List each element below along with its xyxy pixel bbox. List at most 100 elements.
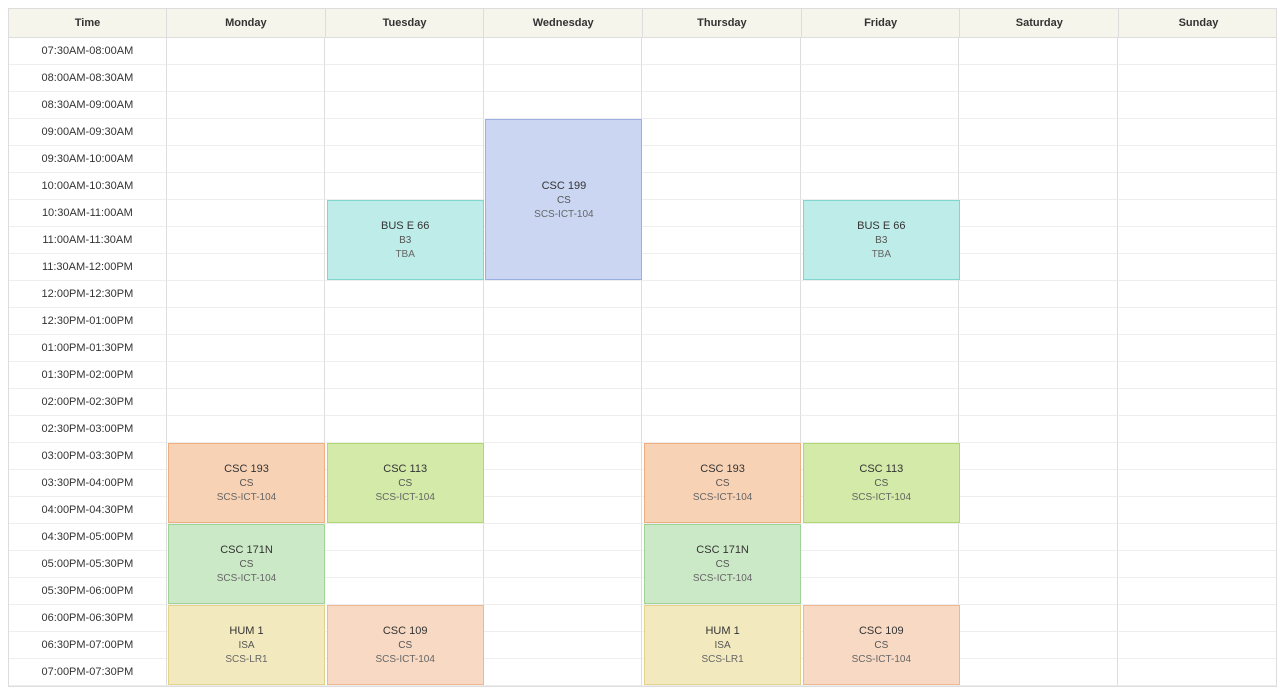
event-block[interactable]: CSC 113CSSCS-ICT-104 [803, 443, 960, 523]
grid-cell [325, 578, 483, 605]
grid-cell [1118, 605, 1276, 632]
event-room: SCS-ICT-104 [804, 492, 959, 503]
event-block[interactable]: CSC 113CSSCS-ICT-104 [327, 443, 484, 523]
grid-cell [1118, 200, 1276, 227]
grid-cell [1118, 578, 1276, 605]
time-label: 02:00PM-02:30PM [9, 389, 167, 416]
event-section: CS [328, 640, 483, 651]
grid-cell [325, 362, 483, 389]
grid-cell [642, 92, 800, 119]
event-block[interactable]: BUS E 66B3TBA [327, 200, 484, 280]
event-course: BUS E 66 [328, 220, 483, 232]
time-row: 11:00AM-11:30AM [9, 227, 1276, 254]
header-wednesday: Wednesday [484, 9, 643, 37]
event-block[interactable]: CSC 193CSSCS-ICT-104 [644, 443, 801, 523]
time-label: 10:30AM-11:00AM [9, 200, 167, 227]
event-block[interactable]: CSC 109CSSCS-ICT-104 [327, 605, 484, 685]
event-block[interactable]: CSC 171NCSSCS-ICT-104 [644, 524, 801, 604]
grid-cell [642, 308, 800, 335]
grid-cell [642, 173, 800, 200]
grid-cell [959, 38, 1117, 65]
grid-cell [801, 578, 959, 605]
event-block[interactable]: HUM 1ISASCS-LR1 [644, 605, 801, 685]
event-block[interactable]: HUM 1 ISA SCS-LR1 [168, 605, 325, 685]
time-row: 09:00AM-09:30AM [9, 119, 1276, 146]
time-label: 04:00PM-04:30PM [9, 497, 167, 524]
time-label: 08:00AM-08:30AM [9, 65, 167, 92]
event-room: SCS-ICT-104 [169, 573, 324, 584]
grid-cell [325, 92, 483, 119]
grid-cell [1118, 524, 1276, 551]
grid-cell [959, 578, 1117, 605]
grid-cell [1118, 443, 1276, 470]
header-monday: Monday [167, 9, 326, 37]
event-course: HUM 1 [169, 625, 324, 637]
event-room: SCS-LR1 [645, 654, 800, 665]
event-room: SCS-LR1 [169, 654, 324, 665]
grid-cell [325, 416, 483, 443]
time-label: 03:00PM-03:30PM [9, 443, 167, 470]
time-label: 05:00PM-05:30PM [9, 551, 167, 578]
event-course: CSC 199 [486, 180, 641, 192]
time-row: 07:30AM-08:00AM [9, 38, 1276, 65]
grid-cell [1118, 659, 1276, 686]
grid-cell [801, 92, 959, 119]
event-course: CSC 109 [328, 625, 483, 637]
grid-cell [167, 308, 325, 335]
grid-cell [484, 659, 642, 686]
time-row: 08:30AM-09:00AM [9, 92, 1276, 119]
grid-cell [484, 524, 642, 551]
time-row: 12:00PM-12:30PM [9, 281, 1276, 308]
grid-cell [642, 335, 800, 362]
grid-cell [801, 119, 959, 146]
grid-cell [959, 65, 1117, 92]
grid-cell [484, 443, 642, 470]
time-label: 07:00PM-07:30PM [9, 659, 167, 686]
event-section: CS [804, 478, 959, 489]
grid-cell [167, 281, 325, 308]
grid-cell [1118, 416, 1276, 443]
header-saturday: Saturday [960, 9, 1119, 37]
time-label: 07:30AM-08:00AM [9, 38, 167, 65]
grid-cell [642, 389, 800, 416]
grid-cell [801, 362, 959, 389]
grid-cell [325, 551, 483, 578]
time-row: 11:30AM-12:00PM [9, 254, 1276, 281]
grid-cell [484, 335, 642, 362]
grid-cell [959, 146, 1117, 173]
event-block[interactable]: CSC 193CSSCS-ICT-104 [168, 443, 325, 523]
grid-cell [484, 605, 642, 632]
grid-cell [325, 65, 483, 92]
event-block[interactable]: CSC 171NCSSCS-ICT-104 [168, 524, 325, 604]
event-section: ISA [645, 640, 800, 651]
time-row: 02:30PM-03:00PM [9, 416, 1276, 443]
schedule-body: 07:30AM-08:00AM08:00AM-08:30AM08:30AM-09… [9, 38, 1276, 686]
grid-cell [801, 308, 959, 335]
grid-cell [1118, 254, 1276, 281]
event-block[interactable]: CSC 109CSSCS-ICT-104 [803, 605, 960, 685]
grid-cell [1118, 632, 1276, 659]
time-label: 03:30PM-04:00PM [9, 470, 167, 497]
event-room: TBA [804, 249, 959, 260]
grid-cell [801, 524, 959, 551]
event-course: CSC 109 [804, 625, 959, 637]
grid-cell [642, 362, 800, 389]
grid-cell [325, 389, 483, 416]
grid-cell [484, 308, 642, 335]
event-block[interactable]: BUS E 66B3TBA [803, 200, 960, 280]
event-section: ISA [169, 640, 324, 651]
grid-cell [484, 38, 642, 65]
grid-cell [1118, 470, 1276, 497]
grid-cell [801, 551, 959, 578]
grid-cell [959, 254, 1117, 281]
event-section: CS [486, 195, 641, 206]
grid-cell [167, 146, 325, 173]
grid-cell [484, 281, 642, 308]
header-friday: Friday [802, 9, 961, 37]
event-section: B3 [804, 235, 959, 246]
grid-cell [959, 632, 1117, 659]
grid-cell [167, 173, 325, 200]
time-label: 01:30PM-02:00PM [9, 362, 167, 389]
grid-cell [325, 173, 483, 200]
event-block[interactable]: CSC 199CSSCS-ICT-104 [485, 119, 642, 280]
